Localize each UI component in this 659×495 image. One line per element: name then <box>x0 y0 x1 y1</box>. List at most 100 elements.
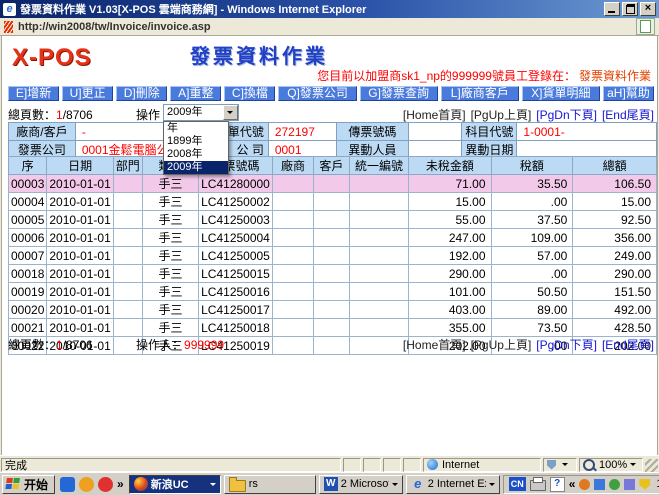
cell[interactable]: 2010-01-01 <box>47 301 113 319</box>
cell[interactable]: 355.00 <box>409 319 491 337</box>
cell[interactable] <box>349 211 409 229</box>
cell[interactable] <box>272 247 313 265</box>
page-action-button[interactable] <box>636 18 655 35</box>
cell[interactable] <box>349 175 409 193</box>
cell[interactable] <box>113 319 142 337</box>
tray-collapse-chevron[interactable]: « <box>569 477 576 491</box>
table-row-00003[interactable]: 000032010-01-01手三LC4128000071.0035.50106… <box>9 175 657 193</box>
year-select[interactable]: 2009年 <box>163 104 239 121</box>
cell[interactable] <box>113 265 142 283</box>
task-ie-group[interactable]: e2 Internet Expl... <box>406 475 500 494</box>
cell[interactable] <box>272 211 313 229</box>
cell[interactable]: 109.00 <box>491 229 573 247</box>
cell[interactable]: LC41280000 <box>199 175 273 193</box>
cell[interactable]: LC41250015 <box>199 265 273 283</box>
start-button[interactable]: 开始 <box>2 475 55 494</box>
cell[interactable]: 手三 <box>142 301 198 319</box>
cell[interactable] <box>349 301 409 319</box>
cell[interactable] <box>314 175 350 193</box>
shield-tray-icon[interactable] <box>639 479 650 490</box>
cell[interactable]: 手三 <box>142 283 198 301</box>
cell[interactable] <box>314 229 350 247</box>
tray-icon-3[interactable] <box>609 479 620 490</box>
cell[interactable]: 00019 <box>9 283 47 301</box>
cell[interactable]: 手三 <box>142 319 198 337</box>
task-folder-rs[interactable]: rs <box>224 475 316 494</box>
cell[interactable]: LC41250018 <box>199 319 273 337</box>
cell[interactable]: 55.00 <box>409 211 491 229</box>
cell[interactable]: 71.00 <box>409 175 491 193</box>
cell[interactable] <box>349 283 409 301</box>
nav-home[interactable]: [Home首頁] <box>403 108 466 122</box>
cell[interactable]: 00020 <box>9 301 47 319</box>
cell[interactable]: 73.50 <box>491 319 573 337</box>
cell[interactable]: 290.00 <box>573 265 657 283</box>
cell[interactable]: LC41250016 <box>199 283 273 301</box>
cell[interactable]: LC41250002 <box>199 193 273 211</box>
address-url[interactable]: http://win2008/tw/Invoice/invoice.asp <box>18 21 636 33</box>
chevron-down-icon[interactable] <box>223 105 238 120</box>
table-row-00005[interactable]: 000052010-01-01手三LC4125000355.0037.5092.… <box>9 211 657 229</box>
cell[interactable]: 手三 <box>142 211 198 229</box>
year-option-3[interactable]: 2009年 <box>164 161 228 174</box>
cell[interactable]: 106.50 <box>573 175 657 193</box>
nav-home[interactable]: [Home首頁] <box>403 338 466 352</box>
cell[interactable]: 2010-01-01 <box>47 211 113 229</box>
cell[interactable] <box>113 211 142 229</box>
cell[interactable]: .00 <box>491 265 573 283</box>
cell[interactable]: 00004 <box>9 193 47 211</box>
cell[interactable] <box>349 229 409 247</box>
toolbar-button-add[interactable]: E]增新 <box>8 86 59 101</box>
cell[interactable]: 37.50 <box>491 211 573 229</box>
cell[interactable]: 192.00 <box>409 247 491 265</box>
cell[interactable]: 2010-01-01 <box>47 229 113 247</box>
nav-pgup[interactable]: [PgUp上頁] <box>471 338 532 352</box>
cell[interactable] <box>113 247 142 265</box>
quick-launch-overflow[interactable]: » <box>117 477 124 491</box>
cell[interactable]: 356.00 <box>573 229 657 247</box>
cell[interactable] <box>314 319 350 337</box>
cell[interactable]: 00003 <box>9 175 47 193</box>
taskbar-clock[interactable]: 10:17 <box>654 478 659 490</box>
cell[interactable] <box>272 301 313 319</box>
cell[interactable] <box>272 193 313 211</box>
toolbar-button-switch-file[interactable]: C]換檔 <box>224 86 275 101</box>
cell[interactable]: 00018 <box>9 265 47 283</box>
cell[interactable]: 247.00 <box>409 229 491 247</box>
table-row-00020[interactable]: 000202010-01-01手三LC41250017403.0089.0049… <box>9 301 657 319</box>
cell[interactable] <box>272 229 313 247</box>
cell[interactable] <box>272 265 313 283</box>
toolbar-button-vendor-customer[interactable]: L]廠商客戶 <box>441 86 519 101</box>
task-sina-uc[interactable]: 新浪UC <box>129 475 221 494</box>
close-button[interactable]: × <box>640 2 656 16</box>
cell[interactable]: 2010-01-01 <box>47 265 113 283</box>
quick-launch-icon-2[interactable] <box>79 477 94 492</box>
cell[interactable]: .00 <box>491 193 573 211</box>
cell[interactable] <box>314 193 350 211</box>
cell[interactable]: 00007 <box>9 247 47 265</box>
nav-end[interactable]: [End尾頁] <box>602 338 654 352</box>
nav-pgdn[interactable]: [PgDn下頁] <box>536 108 597 122</box>
toolbar-button-update[interactable]: U]更正 <box>62 86 113 101</box>
cell[interactable]: 2010-01-01 <box>47 193 113 211</box>
zoom-control[interactable]: 100% <box>579 458 643 472</box>
cell[interactable] <box>272 283 313 301</box>
cell[interactable] <box>113 283 142 301</box>
cell[interactable]: 手三 <box>142 229 198 247</box>
cell[interactable] <box>349 319 409 337</box>
task-word-group[interactable]: W2 Microsoft Off... <box>319 475 403 494</box>
tray-icon-4[interactable] <box>624 479 635 490</box>
help-icon[interactable]: ? <box>550 477 565 492</box>
cell[interactable] <box>113 229 142 247</box>
cell[interactable] <box>314 283 350 301</box>
printer-icon[interactable] <box>530 480 546 491</box>
cell[interactable] <box>113 193 142 211</box>
cell[interactable]: 15.00 <box>573 193 657 211</box>
table-row-00007[interactable]: 000072010-01-01手三LC41250005192.0057.0024… <box>9 247 657 265</box>
cell[interactable]: 50.50 <box>491 283 573 301</box>
cell[interactable] <box>314 301 350 319</box>
cell[interactable]: 35.50 <box>491 175 573 193</box>
table-row-00019[interactable]: 000192010-01-01手三LC41250016101.0050.5015… <box>9 283 657 301</box>
toolbar-button-invoice-query[interactable]: G]發票查詢 <box>360 86 438 101</box>
tray-icon-1[interactable] <box>579 479 590 490</box>
